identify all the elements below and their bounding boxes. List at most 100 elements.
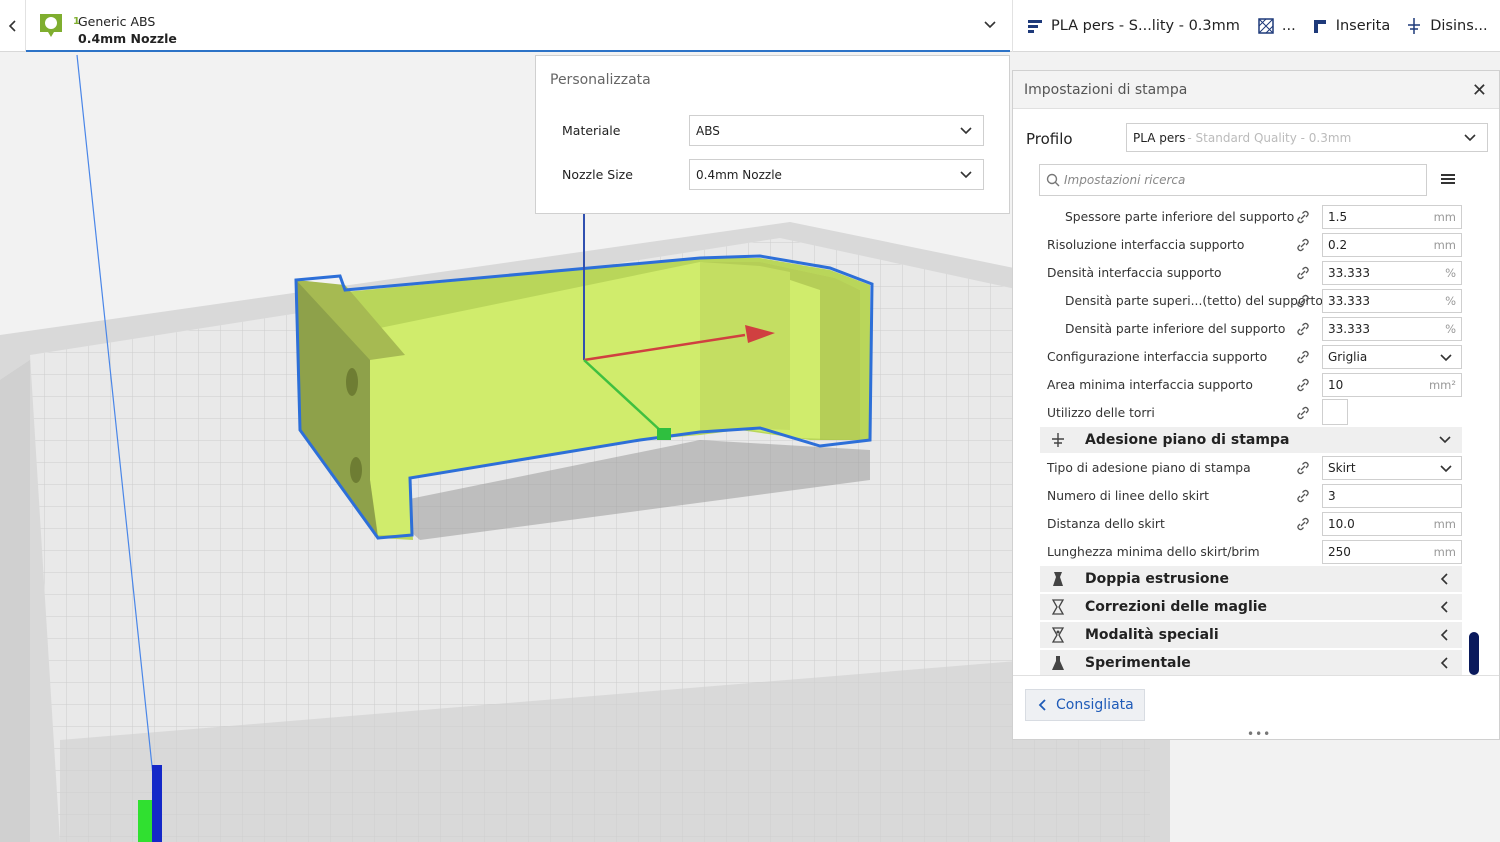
recommended-mode-button[interactable]: Consigliata [1025, 689, 1145, 721]
setting-dropdown[interactable]: Griglia [1322, 345, 1462, 369]
setting-row: Densità interfaccia supporto 33.333% [1013, 259, 1499, 287]
setting-label: Distanza dello skirt [1047, 517, 1165, 531]
search-icon [1046, 173, 1060, 187]
setting-row: Spessore parte inferiore del supporto 1.… [1013, 203, 1499, 231]
setting-label: Spessore parte inferiore del supporto [1065, 210, 1295, 224]
setting-label: Configurazione interfaccia supporto [1047, 350, 1268, 364]
link-icon[interactable] [1296, 210, 1310, 224]
link-icon[interactable] [1296, 322, 1310, 336]
setting-value: 10.0 [1328, 517, 1355, 531]
category-label: Modalità speciali [1085, 627, 1219, 643]
setting-label: Densità interfaccia supporto [1047, 266, 1222, 280]
nozzle-label: Nozzle Size [562, 167, 633, 182]
chevron-down-icon [960, 126, 972, 134]
category-special-modes[interactable]: Modalità speciali [1040, 622, 1462, 648]
category-adhesion[interactable]: Adesione piano di stampa [1040, 427, 1462, 453]
setting-unit: mm [1433, 238, 1456, 252]
back-button[interactable] [0, 0, 26, 52]
setting-value-input[interactable]: 250 mm [1322, 540, 1462, 564]
setting-value: 3 [1328, 489, 1336, 503]
profile-select[interactable]: PLA pers - Standard Quality - 0.3mm [1126, 123, 1488, 152]
setting-value-input[interactable]: 3 [1322, 484, 1462, 508]
material-select[interactable]: ABS [689, 115, 984, 146]
link-icon[interactable] [1296, 266, 1310, 280]
infill-summary[interactable]: ... [1256, 16, 1296, 36]
setting-value-input[interactable]: 33.333% [1322, 317, 1462, 341]
extruder-nozzle: 0.4mm Nozzle [78, 31, 177, 46]
setting-label: Densità parte inferiore del supporto [1065, 322, 1286, 336]
chevron-down-icon [1464, 133, 1476, 141]
setting-unit: % [1445, 322, 1456, 336]
mesh-fixes-icon [1051, 599, 1065, 615]
extruder-popup: Personalizzata Materiale ABS Nozzle Size… [535, 55, 1010, 214]
link-icon[interactable] [1296, 350, 1310, 364]
profile-summary[interactable]: PLA pers - S...lity - 0.3mm [1025, 16, 1240, 36]
setting-label: Utilizzo delle torri [1047, 406, 1155, 420]
profile-summary-label: PLA pers - S...lity - 0.3mm [1051, 18, 1240, 34]
chevron-down-icon [984, 21, 996, 29]
material-value: ABS [696, 123, 720, 138]
setting-dropdown[interactable]: Skirt [1322, 456, 1462, 480]
setting-row: Densità parte superi...(tetto) del suppo… [1013, 287, 1499, 315]
profile-label: Profilo [1026, 130, 1073, 148]
setting-value-input[interactable]: 33.333% [1322, 261, 1462, 285]
setting-label: Numero di linee dello skirt [1047, 489, 1210, 503]
experimental-icon [1052, 656, 1064, 670]
setting-unit: mm [1433, 210, 1456, 224]
special-modes-icon [1051, 627, 1065, 643]
setting-unit: mm [1433, 517, 1456, 531]
setting-value-input[interactable]: 1.5 mm [1322, 205, 1462, 229]
setting-value-input[interactable]: 33.333% [1322, 289, 1462, 313]
support-summary-label: Inserita [1335, 18, 1391, 34]
setting-label: Tipo di adesione piano di stampa [1047, 461, 1251, 475]
setting-value-input[interactable]: 10 mm² [1322, 373, 1462, 397]
category-label: Sperimentale [1085, 655, 1191, 671]
infill-icon [1256, 16, 1276, 36]
support-summary[interactable]: Inserita [1310, 16, 1391, 36]
link-icon[interactable] [1296, 406, 1310, 420]
close-icon[interactable]: ✕ [1472, 80, 1487, 101]
chevron-left-icon [1440, 573, 1448, 585]
setting-value: Griglia [1328, 350, 1368, 364]
link-icon[interactable] [1296, 517, 1310, 531]
setting-row: Configurazione interfaccia supporto Grig… [1013, 343, 1499, 371]
panel-header: Impostazioni di stampa ✕ [1013, 71, 1499, 109]
category-label: Doppia estrusione [1085, 571, 1230, 587]
search-placeholder: Impostazioni ricerca [1064, 173, 1186, 187]
link-icon[interactable] [1296, 378, 1310, 392]
adhesion-summary[interactable]: Disins... [1404, 16, 1488, 36]
category-label: Adesione piano di stampa [1085, 432, 1290, 448]
setting-row: Utilizzo delle torri [1013, 399, 1499, 427]
nozzle-select[interactable]: 0.4mm Nozzle [689, 159, 984, 190]
nozzle-value: 0.4mm Nozzle [696, 167, 782, 182]
resize-handle[interactable]: ••• [1247, 727, 1271, 741]
setting-row: Densità parte inferiore del supporto 33.… [1013, 315, 1499, 343]
material-label: Materiale [562, 123, 621, 138]
setting-unit: mm [1433, 545, 1456, 559]
hamburger-menu-icon[interactable] [1440, 171, 1456, 187]
setting-row: Lunghezza minima dello skirt/brim 250 mm [1013, 538, 1499, 566]
setting-value-input[interactable]: 0.2 mm [1322, 233, 1462, 257]
settings-scrollbar[interactable] [1469, 632, 1479, 675]
chevron-left-icon [1038, 699, 1046, 711]
settings-search-input[interactable]: Impostazioni ricerca [1039, 164, 1427, 196]
extruder-selector[interactable]: 1 Generic ABS 0.4mm Nozzle [26, 0, 1010, 52]
setting-value: 33.333 [1328, 266, 1370, 280]
setting-value-input[interactable]: 10.0 mm [1322, 512, 1462, 536]
link-icon[interactable] [1296, 461, 1310, 475]
extruder-material: Generic ABS [78, 14, 156, 29]
link-icon[interactable] [1296, 489, 1310, 503]
link-icon[interactable] [1296, 238, 1310, 252]
category-mesh-fixes[interactable]: Correzioni delle maglie [1040, 594, 1462, 620]
category-experimental[interactable]: Sperimentale [1040, 650, 1462, 676]
support-icon [1310, 16, 1330, 36]
link-icon[interactable] [1296, 294, 1310, 308]
chevron-down-icon [1440, 465, 1452, 473]
print-setup-selector[interactable]: PLA pers - S...lity - 0.3mm ... Inserita… [1012, 0, 1500, 52]
use-towers-checkbox[interactable] [1322, 399, 1348, 425]
setting-row: Tipo di adesione piano di stampa Skirt [1013, 454, 1499, 482]
setting-row: Area minima interfaccia supporto 10 mm² [1013, 371, 1499, 399]
setting-unit: % [1445, 294, 1456, 308]
divider [1013, 675, 1499, 676]
category-dual-extrusion[interactable]: Doppia estrusione [1040, 566, 1462, 592]
